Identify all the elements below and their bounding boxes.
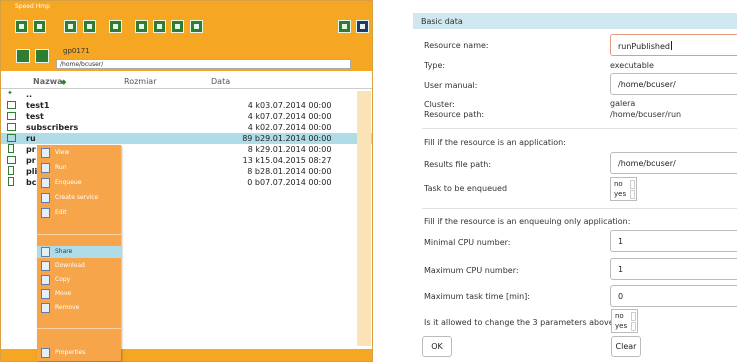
service-icon [41,193,50,203]
folder-icon [7,101,16,109]
toolbar [1,13,372,43]
ok-button[interactable]: OK [422,336,452,357]
scrollbar[interactable] [357,91,371,346]
form-header: Basic data [413,13,737,29]
view-list-icon[interactable] [15,20,28,33]
enqueue-icon [41,178,50,188]
column-date[interactable]: Data [211,77,230,86]
type-label: Type: [424,61,446,70]
column-name[interactable]: Nazwa [33,77,63,86]
context-menu: View Run Enqueue Create service Edit Sha… [37,145,121,361]
view-icon [41,148,50,158]
list-item[interactable]: test 4 k 07.07.2014 00:00 [1,111,372,122]
remove-icon [41,303,50,313]
type-value: executable [610,61,654,70]
basic-data-form: Basic data Resource name: runPublished T… [413,10,737,362]
view-details-icon[interactable] [33,20,46,33]
menu-item-remove[interactable]: Remove [37,302,121,314]
layout-icon[interactable] [338,20,351,33]
delete-icon[interactable] [171,20,184,33]
menu-item-download[interactable]: Download [37,260,121,272]
enqueue-label: Task to be enqueued [424,184,508,193]
move-icon [41,289,50,299]
menu-item-move[interactable]: Move [37,288,121,300]
spin-down-icon[interactable] [630,190,635,199]
edit-icon [41,208,50,218]
list-item[interactable]: ✦ .. [1,89,372,100]
allow-change-label: Is it allowed to change the 3 parameters… [424,318,618,327]
divider [422,128,737,129]
menu-separator [37,234,121,235]
section-application: Fill if the resource is an application: [424,138,566,147]
refresh-icon[interactable] [35,49,49,63]
clear-button[interactable]: Clear [611,336,641,357]
executable-icon [7,156,16,164]
terminal-icon[interactable] [356,20,369,33]
run-icon [41,163,50,173]
folder-icon [7,123,16,131]
list-header: Nazwa ◆ Rozmiar Data [1,73,372,89]
path-input[interactable]: /home/bcuser/ [56,59,351,69]
resource-path-value: /home/bcuser/run [610,110,682,119]
spin-down-icon[interactable] [631,322,636,331]
sort-up-icon[interactable]: ◆ [61,78,66,86]
list-item[interactable]: test1 4 k 03.07.2014 00:00 [1,100,372,111]
divider [422,208,737,209]
properties-icon [41,348,50,358]
max-cpu-input[interactable]: 1 [610,258,737,280]
executable-icon [7,134,16,142]
max-time-label: Maximum task time [min]: [424,292,530,301]
menu-item-run[interactable]: Run [37,162,121,174]
list-item[interactable]: subscribers 4 k 02.07.2014 00:00 [1,122,372,133]
cluster-label: Cluster: [424,100,455,109]
path-bar: gp0171 /home/bcuser/ [1,43,372,71]
file-icon [8,144,14,153]
share-icon[interactable] [190,20,203,33]
column-size[interactable]: Rozmiar [124,77,157,86]
results-path-input[interactable]: /home/bcuser/ [610,152,737,174]
min-cpu-input[interactable]: 1 [610,230,737,252]
enqueue-select[interactable]: no yes [610,177,637,201]
user-manual-label: User manual: [424,81,478,90]
max-cpu-label: Maximum CPU number: [424,266,519,275]
menu-item-share[interactable]: Share [37,246,121,258]
home-icon[interactable] [16,49,30,63]
section-enqueuing: Fill if the resource is an enqueuing onl… [424,217,631,226]
menu-item-create-service[interactable]: Create service [37,192,121,204]
menu-item-properties[interactable]: Properties [37,347,121,359]
min-cpu-label: Minimal CPU number: [424,238,511,247]
menu-item-copy[interactable]: Copy [37,274,121,286]
folder-icon [7,112,16,120]
results-path-label: Results file path: [424,160,492,169]
paste-icon[interactable] [153,20,166,33]
spin-up-icon[interactable] [631,312,636,321]
new-folder-icon[interactable] [64,20,77,33]
share-icon [41,247,50,257]
window-title: Speed Hmp [1,1,372,13]
folder-up-icon: ✦ [7,89,13,97]
menu-separator [37,328,121,329]
resource-path-label: Resource path: [424,110,485,119]
file-icon [8,177,14,186]
allow-change-select[interactable]: no yes [611,309,638,333]
username: gp0171 [63,47,90,55]
list-item-selected[interactable]: ru 89 b 29.01.2014 00:00 [1,133,372,144]
resource-name-input[interactable]: runPublished [610,34,737,56]
copy-icon [41,275,50,285]
upload-icon[interactable] [109,20,122,33]
download-icon [41,261,50,271]
max-time-input[interactable]: 0 [610,285,737,307]
copy-icon[interactable] [135,20,148,33]
cluster-value: galera [610,99,636,108]
menu-item-enqueue[interactable]: Enqueue [37,177,121,189]
spin-up-icon[interactable] [630,180,635,189]
file-manager-window: Speed Hmp gp0171 /home/bcuser/ Nazwa ◆ R… [0,0,373,362]
menu-item-view[interactable]: View [37,147,121,159]
resource-name-label: Resource name: [424,41,489,50]
new-file-icon[interactable] [83,20,96,33]
file-icon [8,166,14,175]
menu-item-edit[interactable]: Edit [37,207,121,219]
user-manual-input[interactable]: /home/bcuser/ [610,73,737,95]
